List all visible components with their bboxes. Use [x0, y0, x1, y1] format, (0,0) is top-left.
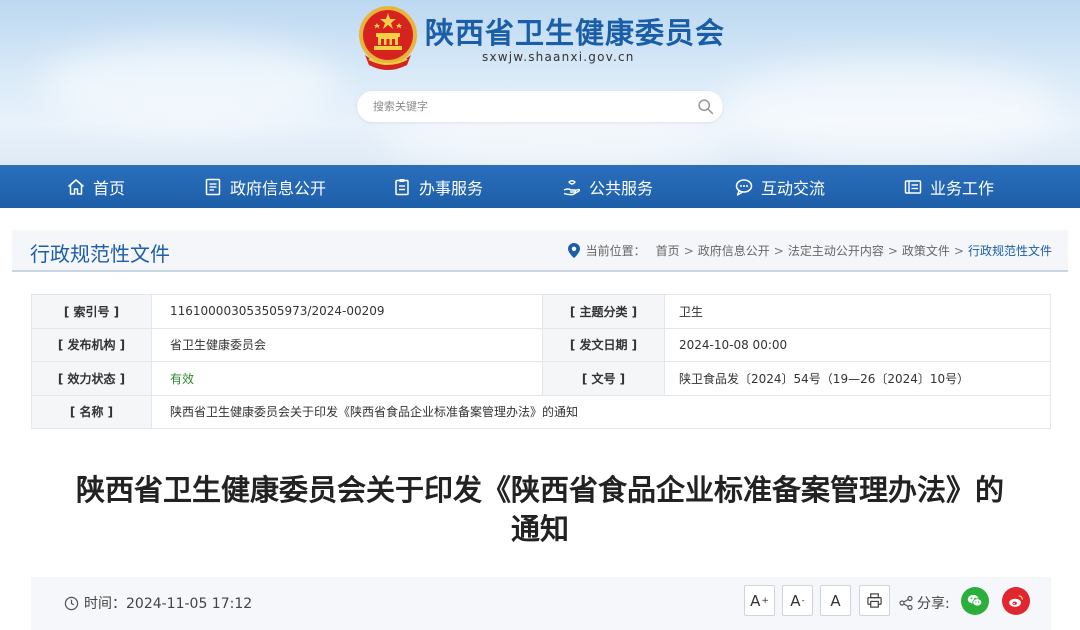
article-title: 陕西省卫生健康委员会关于印发《陕西省食品企业标准备案管理办法》的 通知: [40, 471, 1040, 549]
nav-label: 首页: [93, 178, 126, 198]
header-cloud: [720, 60, 1060, 160]
breadcrumb-separator: >: [773, 243, 784, 258]
breadcrumb-separator: >: [953, 243, 964, 258]
search-icon[interactable]: [697, 98, 714, 115]
site-domain: sxwjw.shaanxi.gov.cn: [482, 50, 635, 64]
section-title: 行政规范性文件: [30, 242, 170, 266]
subject-value: 卫生: [664, 294, 1051, 329]
chat-icon: [735, 178, 753, 196]
print-button[interactable]: [859, 585, 890, 616]
issuer-value: 省卫生健康委员会: [151, 327, 543, 362]
docno-value: 陕卫食品发〔2024〕54号（19—26〔2024〕10号）: [664, 361, 1051, 396]
breadcrumb-current[interactable]: 行政规范性文件: [968, 242, 1052, 259]
national-emblem-logo[interactable]: [357, 3, 419, 71]
font-increase-label: A: [750, 591, 761, 610]
nav-label: 办事服务: [419, 178, 484, 198]
article-title-line: 陕西省卫生健康委员会关于印发《陕西省食品企业标准备案管理办法》的: [75, 473, 1004, 507]
breadcrumb-statutory[interactable]: 法定主动公开内容: [788, 242, 884, 259]
hand-service-icon: [563, 179, 581, 195]
status-label: [ 效力状态 ]: [31, 361, 152, 396]
table-row: [ 发布机构 ] 省卫生健康委员会 [ 发文日期 ] 2024-10-08 00…: [31, 327, 1051, 362]
font-default-button[interactable]: A: [820, 585, 851, 616]
publish-time: 时间：2024-11-05 17:12: [64, 593, 252, 613]
font-increase-button[interactable]: A +: [744, 585, 775, 616]
article-title-line: 通知: [510, 512, 569, 546]
font-decrease-label: A: [790, 591, 801, 610]
nav-item-public-services[interactable]: 公共服务: [562, 165, 653, 208]
clock-icon: [64, 596, 79, 610]
breadcrumb: 当前位置： 首页 > 政府信息公开 > 法定主动公开内容 > 政策文件 > 行政…: [567, 242, 1052, 259]
nav-label: 互动交流: [761, 178, 826, 198]
wechat-share-button[interactable]: [961, 587, 989, 615]
font-decrease-button[interactable]: A-: [782, 585, 813, 616]
nav-item-gov-info[interactable]: 政府信息公开: [203, 165, 326, 208]
font-increase-sign: +: [761, 595, 769, 606]
main-nav: 首页 政府信息公开 办事服务 公共服务 互动交流 业务工作: [0, 165, 1080, 208]
site-title[interactable]: 陕西省卫生健康委员会: [425, 10, 725, 52]
breadcrumb-separator: >: [683, 243, 694, 258]
nav-label: 业务工作: [930, 178, 995, 198]
date-label: [ 发文日期 ]: [542, 327, 665, 362]
article-info-bar: 时间：2024-11-05 17:12 A + A- A 分享:: [31, 577, 1051, 630]
breadcrumb-prefix: 当前位置：: [585, 244, 646, 258]
font-decrease-sign: -: [801, 595, 805, 606]
index-value: 116100003053505973/2024-00209: [151, 294, 543, 329]
share-icon: [899, 595, 913, 611]
search-input[interactable]: [373, 97, 673, 116]
weibo-icon: [1009, 595, 1023, 607]
breadcrumb-gov-info[interactable]: 政府信息公开: [698, 242, 770, 259]
weibo-share-button[interactable]: [1002, 587, 1030, 615]
nav-label: 政府信息公开: [230, 178, 327, 198]
subject-label: [ 主题分类 ]: [542, 294, 665, 329]
font-default-label: A: [830, 591, 841, 610]
docno-label: [ 文号 ]: [542, 361, 665, 396]
nav-item-home[interactable]: 首页: [66, 165, 125, 208]
briefcase-icon: [904, 179, 922, 194]
share-label: 分享:: [898, 593, 950, 613]
table-row: [ 索引号 ] 116100003053505973/2024-00209 [ …: [31, 294, 1051, 329]
publish-time-text: 时间：2024-11-05 17:12: [84, 596, 253, 612]
nav-item-services[interactable]: 办事服务: [392, 165, 483, 208]
nav-label: 公共服务: [589, 178, 654, 198]
location-pin-icon: [567, 243, 580, 258]
nav-item-interaction[interactable]: 互动交流: [734, 165, 825, 208]
document-meta-table: [ 索引号 ] 116100003053505973/2024-00209 [ …: [31, 294, 1051, 429]
breadcrumb-policy[interactable]: 政策文件: [902, 242, 950, 259]
clipboard-icon: [395, 178, 409, 195]
status-value: 有效: [151, 361, 543, 396]
document-icon: [205, 178, 221, 195]
site-header: 陕西省卫生健康委员会 sxwjw.shaanxi.gov.cn: [0, 0, 1080, 165]
nav-item-business[interactable]: 业务工作: [903, 165, 994, 208]
name-label: [ 名称 ]: [31, 394, 152, 429]
table-row: [ 效力状态 ] 有效 [ 文号 ] 陕卫食品发〔2024〕54号（19—26〔…: [31, 361, 1051, 396]
printer-icon: [867, 593, 882, 608]
share-text: 分享:: [917, 596, 950, 612]
table-row: [ 名称 ] 陕西省卫生健康委员会关于印发《陕西省食品企业标准备案管理办法》的通…: [31, 394, 1051, 429]
wechat-icon: [967, 594, 983, 607]
date-value: 2024-10-08 00:00: [664, 327, 1051, 362]
header-cloud: [40, 40, 340, 130]
breadcrumb-separator: >: [887, 243, 898, 258]
index-label: [ 索引号 ]: [31, 294, 152, 329]
section-header: 行政规范性文件 当前位置： 首页 > 政府信息公开 > 法定主动公开内容 > 政…: [12, 230, 1068, 272]
home-icon: [68, 178, 84, 195]
name-value: 陕西省卫生健康委员会关于印发《陕西省食品企业标准备案管理办法》的通知: [151, 394, 1051, 429]
search-box: [357, 91, 723, 122]
breadcrumb-home[interactable]: 首页: [656, 242, 680, 259]
issuer-label: [ 发布机构 ]: [31, 327, 152, 362]
